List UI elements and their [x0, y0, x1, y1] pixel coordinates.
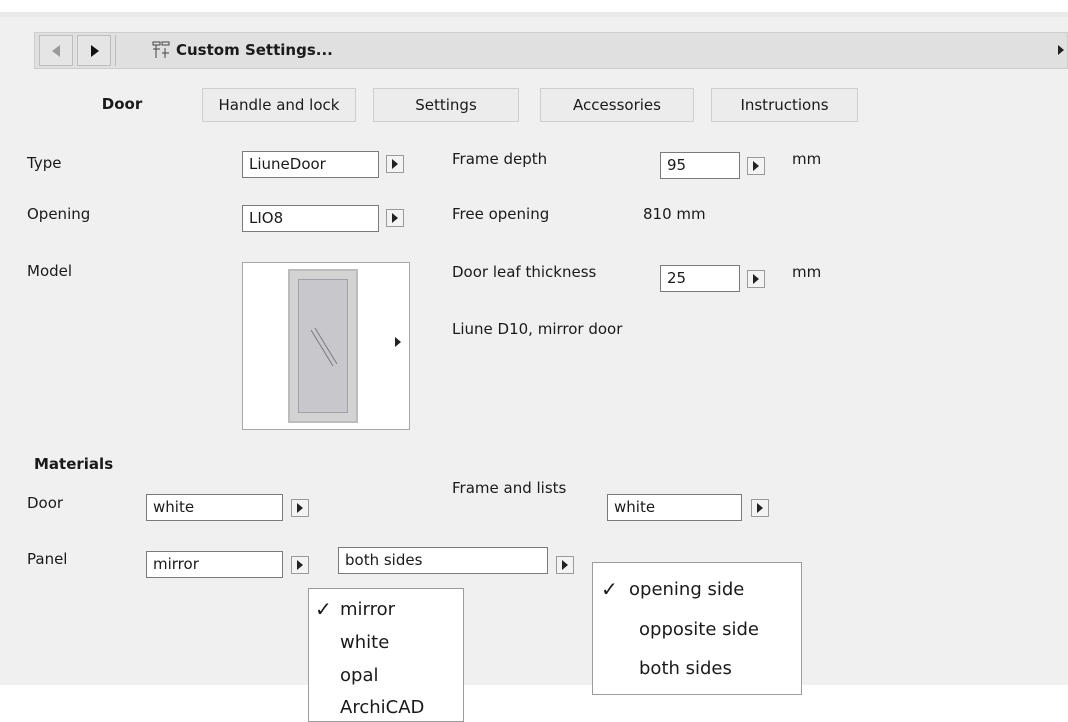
page-navigation-bar: Custom Settings... [34, 32, 1068, 69]
type-dropdown-arrow-icon[interactable] [386, 155, 404, 173]
opening-field[interactable]: LIO8 [242, 205, 379, 232]
page-title: Custom Settings... [176, 41, 333, 59]
leaf-thickness-arrow-icon[interactable] [747, 270, 765, 288]
menu-item-white[interactable]: white [340, 632, 389, 653]
model-next-arrow-icon[interactable] [395, 337, 401, 347]
door-material-arrow-icon[interactable] [291, 499, 309, 517]
tab-door[interactable]: Door [62, 88, 182, 122]
custom-settings-icon [152, 41, 170, 58]
panel-material-menu: ✓ mirror white opal ArchiCAD [308, 588, 464, 722]
tab-settings[interactable]: Settings [373, 88, 519, 122]
free-opening-value: 810 mm [643, 205, 706, 223]
door-material-field[interactable]: white [146, 494, 283, 521]
leaf-thickness-field[interactable]: 25 [660, 265, 740, 292]
menu-item-opening-side[interactable]: opening side [629, 579, 744, 600]
tab-handle-and-lock[interactable]: Handle and lock [202, 88, 356, 122]
free-opening-label: Free opening [452, 205, 550, 223]
frame-lists-label: Frame and lists [452, 479, 567, 497]
menu-item-mirror[interactable]: mirror [340, 599, 395, 620]
panel-side-field[interactable]: both sides [338, 547, 548, 574]
door-preview-image [288, 269, 358, 423]
tab-instructions[interactable]: Instructions [711, 88, 858, 122]
materials-heading: Materials [34, 455, 114, 473]
frame-lists-arrow-icon[interactable] [751, 499, 769, 517]
model-preview[interactable] [242, 262, 410, 430]
frame-depth-field[interactable]: 95 [660, 152, 740, 179]
panel-side-arrow-icon[interactable] [556, 556, 574, 574]
menu-item-both-sides[interactable]: both sides [639, 658, 732, 679]
checkmark-icon: ✓ [315, 597, 332, 621]
menu-item-archicad[interactable]: ArchiCAD [340, 697, 424, 718]
frame-depth-label: Frame depth [452, 150, 548, 168]
model-description: Liune D10, mirror door [452, 320, 623, 338]
frame-lists-field[interactable]: white [607, 494, 742, 521]
type-field[interactable]: LiuneDoor [242, 151, 379, 178]
page-selector[interactable]: Custom Settings... [115, 35, 1066, 66]
checkmark-icon: ✓ [601, 577, 618, 601]
frame-depth-unit: mm [792, 150, 822, 168]
panel-material-arrow-icon[interactable] [291, 556, 309, 574]
arrow-right-icon [91, 45, 99, 57]
model-label: Model [27, 262, 73, 280]
panel-side-menu: ✓ opening side opposite side both sides [592, 562, 802, 695]
arrow-left-icon [52, 45, 60, 57]
opening-label: Opening [27, 205, 91, 223]
frame-depth-arrow-icon[interactable] [747, 157, 765, 175]
panel-material-label: Panel [27, 550, 68, 568]
type-label: Type [27, 154, 62, 172]
opening-dropdown-arrow-icon[interactable] [386, 209, 404, 227]
menu-item-opal[interactable]: opal [340, 665, 378, 686]
previous-page-button[interactable] [39, 35, 73, 66]
door-glass-panel [298, 279, 348, 413]
door-material-label: Door [27, 494, 64, 512]
tab-accessories[interactable]: Accessories [540, 88, 694, 122]
leaf-thickness-label: Door leaf thickness [452, 263, 597, 281]
menu-item-opposite-side[interactable]: opposite side [639, 619, 759, 640]
panel-material-field[interactable]: mirror [146, 551, 283, 578]
mirror-reflection-icon [310, 327, 338, 367]
next-page-button[interactable] [77, 35, 111, 66]
page-menu-arrow-icon[interactable] [1058, 45, 1064, 55]
leaf-thickness-unit: mm [792, 263, 822, 281]
